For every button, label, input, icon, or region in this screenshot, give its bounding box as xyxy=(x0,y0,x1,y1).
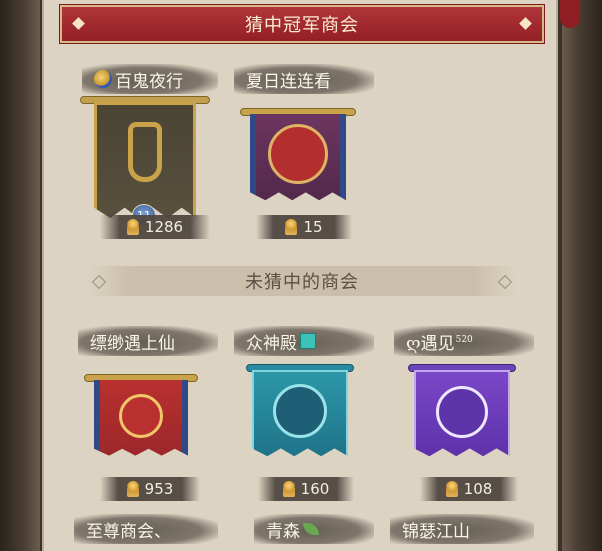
count-value: 160 xyxy=(300,480,330,498)
guild-banner-other-3[interactable] xyxy=(408,364,516,468)
token-icon xyxy=(445,481,458,497)
guild-name: 锦瑟江山 xyxy=(402,521,470,542)
count-value: 15 xyxy=(303,218,323,236)
guild-name: 青森 xyxy=(266,521,300,542)
guild-banner-other-1[interactable] xyxy=(84,374,198,466)
guild-label-winner-2: 夏日连连看 xyxy=(234,64,374,94)
guild-label-winner-1: 百鬼夜行 xyxy=(82,64,218,94)
crown-character-icon xyxy=(128,122,162,182)
section-title: 未猜中的商会 xyxy=(88,266,516,296)
background-left xyxy=(0,0,40,551)
diamond-ornament-icon xyxy=(519,17,532,30)
token-icon xyxy=(126,481,139,497)
ribbon-corner xyxy=(560,0,580,28)
diamond-ornament-icon xyxy=(72,17,85,30)
pavilion-emblem-icon xyxy=(268,124,328,184)
guild-label-other-3: ღ遇见520 xyxy=(394,326,534,356)
guild-label-bottom-3: 锦瑟江山 xyxy=(390,514,534,544)
fan-emblem-icon xyxy=(273,384,327,438)
guild-banner-winner-1[interactable]: 11 xyxy=(80,96,210,234)
guild-label-other-1: 缥缈遇上仙 xyxy=(78,326,218,356)
count-pill: 15 xyxy=(256,215,352,239)
moon-star-icon xyxy=(94,70,112,88)
count-value: 108 xyxy=(463,480,493,498)
section-title-text: 未猜中的商会 xyxy=(245,272,359,293)
guild-label-bottom-1: 至尊商会、 xyxy=(74,514,218,544)
page-title: 猜中冠军商会 xyxy=(245,15,359,36)
background-right xyxy=(562,0,602,551)
count-pill: 108 xyxy=(420,477,518,501)
guild-banner-winner-2[interactable] xyxy=(240,108,356,212)
count-pill: 1286 xyxy=(100,215,210,239)
token-icon xyxy=(282,481,295,497)
token-icon xyxy=(126,219,139,235)
leaf-icon xyxy=(303,523,319,535)
results-panel: 猜中冠军商会 百鬼夜行 11 1286 夏日连连看 15 未猜中的商会 缥缈遇上… xyxy=(42,0,558,551)
guild-name: 百鬼夜行 xyxy=(115,71,183,92)
count-pill: 953 xyxy=(100,477,200,501)
guild-label-bottom-2: 青森 xyxy=(254,514,374,544)
count-value: 1286 xyxy=(144,218,184,236)
guild-name: 夏日连连看 xyxy=(246,71,331,92)
title-bar: 猜中冠军商会 xyxy=(59,4,545,44)
temple-icon xyxy=(300,333,316,349)
token-icon xyxy=(285,219,298,235)
count-pill: 160 xyxy=(258,477,354,501)
count-value: 953 xyxy=(144,480,174,498)
guild-label-other-2: 众神殿 xyxy=(234,326,374,356)
guild-name: 众神殿 xyxy=(246,333,297,354)
guild-name: 至尊商会、 xyxy=(86,521,171,542)
coin-emblem-icon xyxy=(119,394,163,438)
calligraphy-emblem-icon xyxy=(436,386,488,438)
guild-banner-other-2[interactable] xyxy=(246,364,354,468)
guild-name: 缥缈遇上仙 xyxy=(90,333,175,354)
guild-name: ღ遇见520 xyxy=(406,333,473,354)
